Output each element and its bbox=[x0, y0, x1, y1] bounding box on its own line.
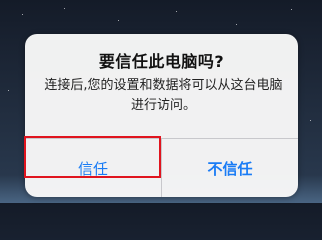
star-dot bbox=[22, 14, 23, 15]
trust-button-label: 信任 bbox=[77, 159, 108, 178]
alert-title: 要信任此电脑吗? bbox=[98, 52, 225, 71]
alert-message: 连接后,您的设置和数据将可以从这台电脑进行访问。 bbox=[44, 78, 283, 113]
star-dot bbox=[291, 9, 292, 10]
trust-computer-alert: 要信任此电脑吗? 连接后,您的设置和数据将可以从这台电脑进行访问。 信任 不信任 bbox=[25, 34, 298, 197]
star-dot bbox=[8, 90, 9, 91]
trust-button[interactable]: 信任 bbox=[25, 139, 161, 197]
star-dot bbox=[64, 8, 65, 9]
star-dot bbox=[176, 11, 177, 12]
star-dot bbox=[310, 120, 311, 121]
alert-button-row: 信任 不信任 bbox=[25, 139, 298, 197]
distrust-button[interactable]: 不信任 bbox=[161, 139, 298, 197]
distrust-button-label: 不信任 bbox=[207, 159, 253, 178]
star-dot bbox=[118, 20, 119, 21]
star-dot bbox=[236, 24, 237, 25]
